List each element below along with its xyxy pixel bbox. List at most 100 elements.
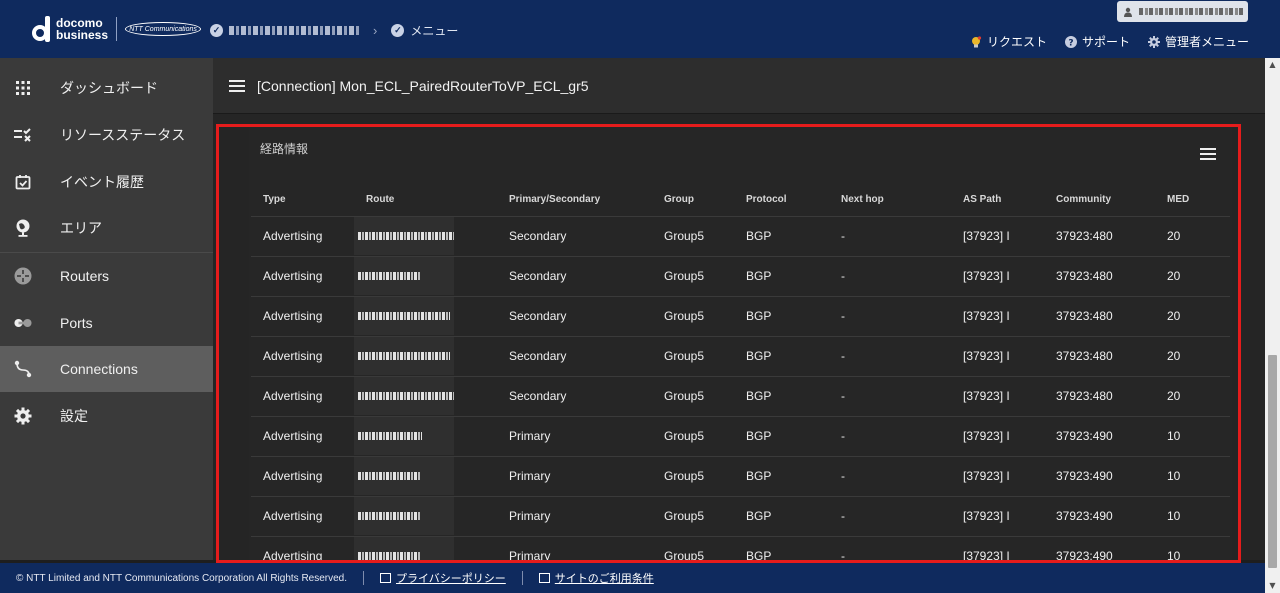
breadcrumb-tenant-masked[interactable] xyxy=(229,26,359,35)
connection-icon xyxy=(14,360,32,378)
cell-primary-secondary: Secondary xyxy=(497,256,652,297)
copyright-text: © NTT Limited and NTT Communications Cor… xyxy=(16,572,348,584)
cell-group: Group5 xyxy=(652,296,734,337)
column-header-next-hop[interactable]: Next hop xyxy=(829,184,951,217)
cell-primary-secondary: Secondary xyxy=(497,296,652,337)
cell-route xyxy=(354,416,497,457)
cell-as-path: [37923] I xyxy=(951,376,1044,417)
cell-as-path: [37923] I xyxy=(951,456,1044,497)
column-header-type[interactable]: Type xyxy=(251,184,354,217)
support-link[interactable]: ? サポート xyxy=(1064,33,1130,50)
column-header-med[interactable]: MED xyxy=(1155,184,1230,217)
check-circle-icon: ✓ xyxy=(391,24,405,37)
header-links: リクエスト ? サポート 管理者メニュー xyxy=(970,33,1249,50)
sidebar-item-dashboard[interactable]: ダッシュボード xyxy=(0,65,213,111)
top-header: docomo business NTT Communications ✓ › ✓… xyxy=(0,0,1280,58)
table-row[interactable]: Advertising Secondary Group5 BGP - [37923] I3… xyxy=(251,376,1230,417)
cell-type: Advertising xyxy=(251,336,354,377)
cell-primary-secondary: Secondary xyxy=(497,336,652,377)
cell-primary-secondary: Secondary xyxy=(497,216,652,257)
router-icon xyxy=(14,267,32,285)
support-label: サポート xyxy=(1081,35,1130,49)
sidebar-item-label: イベント履歴 xyxy=(60,174,144,190)
table-row[interactable]: Advertising Primary Group5 BGP - [37923] I 379… xyxy=(251,456,1230,497)
admin-menu-link[interactable]: 管理者メニュー xyxy=(1147,33,1249,50)
cell-med: 10 xyxy=(1155,496,1230,537)
cell-type: Advertising xyxy=(251,456,354,497)
breadcrumb-menu[interactable]: メニュー xyxy=(410,22,458,39)
route-address-masked xyxy=(354,457,454,495)
sidebar-item-routers[interactable]: Routers xyxy=(0,253,213,299)
request-label: リクエスト xyxy=(986,35,1047,49)
route-address-masked xyxy=(354,337,454,375)
sidebar-item-label: Routers xyxy=(60,268,110,284)
scroll-down-arrow-icon[interactable]: ▼ xyxy=(1268,581,1277,590)
sidebar-item-area[interactable]: エリア xyxy=(0,205,213,251)
footer-divider xyxy=(363,571,365,585)
cell-protocol: BGP xyxy=(734,376,829,417)
cell-community: 37923:480 xyxy=(1044,296,1155,337)
cell-protocol: BGP xyxy=(734,496,829,537)
user-account-button[interactable] xyxy=(1117,1,1248,22)
sidebar-item-settings[interactable]: 設定 xyxy=(0,393,213,439)
cell-community: 37923:480 xyxy=(1044,256,1155,297)
cell-group: Group5 xyxy=(652,416,734,457)
cell-type: Advertising xyxy=(251,496,354,537)
sidebar-item-ports[interactable]: Ports xyxy=(0,300,213,346)
column-header-as-path[interactable]: AS Path xyxy=(951,184,1044,217)
cell-protocol: BGP xyxy=(734,336,829,377)
request-link[interactable]: リクエスト xyxy=(970,33,1047,50)
check-circle-icon: ✓ xyxy=(210,24,223,37)
table-row[interactable]: Advertising Secondary Group5 BGP - [37923] I3… xyxy=(251,296,1230,337)
page-scrollbar[interactable]: ▲ ▼ xyxy=(1265,58,1280,593)
scrollbar-thumb[interactable] xyxy=(1268,355,1277,568)
scroll-up-arrow-icon[interactable]: ▲ xyxy=(1268,60,1277,69)
cell-protocol: BGP xyxy=(734,216,829,257)
column-header-primary-secondary[interactable]: Primary/Secondary xyxy=(497,184,652,217)
column-header-route[interactable]: Route xyxy=(354,184,497,217)
sidebar-item-resource-status[interactable]: リソースステータス xyxy=(0,112,213,158)
hamburger-menu-icon[interactable] xyxy=(229,80,245,92)
table-row[interactable]: Advertising Secondary Group5 BGP - [37923] I3… xyxy=(251,336,1230,377)
cell-next-hop: - xyxy=(829,496,951,537)
cell-primary-secondary: Secondary xyxy=(497,376,652,417)
sidebar-item-connections[interactable]: Connections xyxy=(0,346,213,392)
cell-community: 37923:490 xyxy=(1044,496,1155,537)
table-row[interactable]: Advertising Primary Group5 BGP - [37923] I 379… xyxy=(251,496,1230,537)
cell-next-hop: - xyxy=(829,456,951,497)
privacy-policy-label: プライバシーポリシー xyxy=(396,573,506,585)
route-address-masked xyxy=(354,377,454,415)
table-row[interactable]: Advertising Primary Group5 BGP - [37923] I 379… xyxy=(251,416,1230,457)
cell-med: 10 xyxy=(1155,456,1230,497)
column-header-protocol[interactable]: Protocol xyxy=(734,184,829,217)
column-header-community[interactable]: Community xyxy=(1044,184,1155,217)
sidebar-item-label: リソースステータス xyxy=(60,127,186,143)
card-menu-icon[interactable] xyxy=(1200,148,1216,160)
table-row[interactable]: Advertising Secondary Group5 BGP - [37923] I3… xyxy=(251,216,1230,257)
privacy-policy-link[interactable]: プライバシーポリシー xyxy=(380,570,506,586)
column-header-group[interactable]: Group xyxy=(652,184,734,217)
docomo-business-logo[interactable]: docomo business NTT Communications xyxy=(32,14,202,44)
sidebar: ダッシュボード リソースステータス イベント履歴 エリア Routers Por… xyxy=(0,58,213,560)
sidebar-item-label: Ports xyxy=(60,315,93,331)
port-toggle-icon xyxy=(14,314,32,332)
table-row[interactable]: Advertising Secondary Group5 BGP - [37923] I3… xyxy=(251,256,1230,297)
help-icon: ? xyxy=(1064,35,1077,48)
ntt-communications-logo: NTT Communications xyxy=(125,22,202,36)
cell-type: Advertising xyxy=(251,216,354,257)
route-address-masked xyxy=(354,497,454,535)
cell-next-hop: - xyxy=(829,416,951,457)
cell-as-path: [37923] I xyxy=(951,256,1044,297)
page-title-bar: [Connection] Mon_ECL_PairedRouterToVP_EC… xyxy=(213,58,1265,114)
terms-of-use-link[interactable]: サイトのご利用条件 xyxy=(538,570,654,586)
sidebar-item-event-history[interactable]: イベント履歴 xyxy=(0,159,213,205)
cell-protocol: BGP xyxy=(734,256,829,297)
terms-of-use-label: サイトのご利用条件 xyxy=(554,573,654,585)
cell-protocol: BGP xyxy=(734,416,829,457)
cell-route xyxy=(354,296,497,337)
chevron-right-icon: › xyxy=(373,23,378,38)
svg-text:?: ? xyxy=(1068,38,1073,48)
cell-route xyxy=(354,336,497,377)
docomo-d-icon xyxy=(32,16,52,42)
route-address-masked xyxy=(354,217,454,255)
